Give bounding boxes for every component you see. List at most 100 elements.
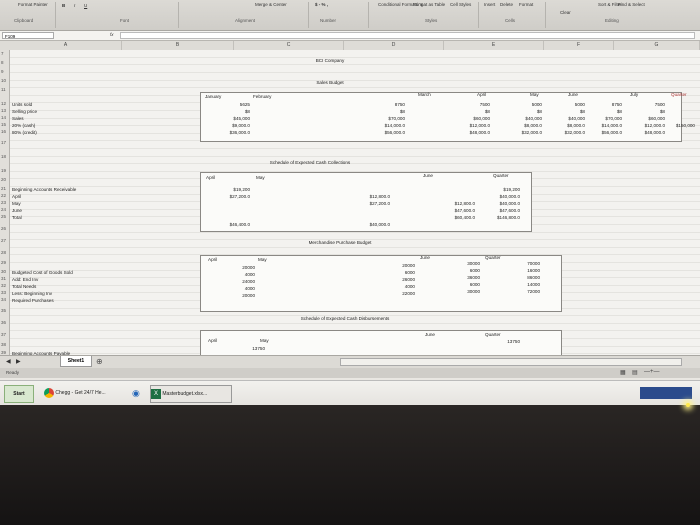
cell[interactable]: 22000	[370, 291, 415, 296]
fx-icon[interactable]: fx	[110, 32, 114, 37]
column-header-g[interactable]: G	[614, 41, 700, 50]
underline-button[interactable]: U	[84, 3, 87, 8]
row-number[interactable]: 20	[0, 177, 10, 182]
cell[interactable]: 4000	[210, 272, 255, 277]
cell[interactable]: 6000	[370, 270, 415, 275]
cell[interactable]: 86000	[495, 275, 540, 280]
row-number[interactable]: 29	[0, 260, 10, 265]
excel-task[interactable]: X Masterbudget.xlsx...	[150, 385, 232, 403]
cell-styles-button[interactable]: Cell Styles	[450, 2, 471, 7]
cell[interactable]: 4000	[210, 286, 255, 291]
add-sheet-icon[interactable]: ⊕	[96, 357, 103, 366]
cell[interactable]: $40,000.0	[470, 201, 520, 206]
cell[interactable]: $8	[620, 109, 665, 114]
row-number[interactable]: 30	[0, 269, 10, 274]
italic-button[interactable]: I	[74, 3, 75, 8]
column-header-f[interactable]: F	[544, 41, 614, 50]
cell[interactable]: $9,000.0	[200, 123, 250, 128]
cell[interactable]: $8	[355, 109, 405, 114]
cell[interactable]: $40,000.0	[470, 194, 520, 199]
worksheet-grid[interactable]: BCI Company Sales Budget January Februar…	[0, 50, 700, 357]
cell[interactable]: 70000	[495, 261, 540, 266]
cell[interactable]: $60,000	[620, 116, 665, 121]
cell[interactable]: 4000	[370, 284, 415, 289]
row-number[interactable]: 19	[0, 168, 10, 173]
tab-sheet1[interactable]: Sheet1	[60, 356, 92, 367]
cell[interactable]: $8	[440, 109, 490, 114]
cell[interactable]: 30000	[435, 261, 480, 266]
format-button[interactable]: Format	[519, 2, 533, 7]
cell[interactable]: $56,000.0	[355, 130, 405, 135]
cell[interactable]: 20000	[210, 265, 255, 270]
row-number[interactable]: 26	[0, 226, 10, 231]
cell[interactable]: $8	[577, 109, 622, 114]
start-button[interactable]: Start	[4, 385, 34, 403]
tab-scroll-left-icon[interactable]: ◀	[6, 358, 11, 365]
delete-button[interactable]: Delete	[500, 2, 513, 7]
find-select-button[interactable]: Find & Select	[618, 2, 645, 7]
cell[interactable]: $46,400.0	[200, 222, 250, 227]
row-number[interactable]: 17	[0, 140, 10, 145]
view-normal-icon[interactable]: ▦	[620, 369, 626, 376]
row-number[interactable]: 11	[0, 87, 10, 92]
cell[interactable]: 20000	[370, 263, 415, 268]
clear-button[interactable]: Clear	[560, 10, 571, 15]
cell[interactable]: $45,000	[200, 116, 250, 121]
row-number[interactable]: 10	[0, 78, 10, 83]
cell[interactable]: $36,000.0	[200, 130, 250, 135]
row-number[interactable]: 21	[0, 186, 10, 191]
cell[interactable]: $12,800.0	[340, 194, 390, 199]
cell[interactable]: $27,200.0	[200, 194, 250, 199]
row-number[interactable]: 13	[0, 108, 10, 113]
row-number[interactable]: 38	[0, 342, 10, 347]
cell[interactable]: 8750	[355, 102, 405, 107]
cell[interactable]: $60,400.0	[425, 215, 475, 220]
row-number[interactable]: 23	[0, 200, 10, 205]
row-number[interactable]: 34	[0, 297, 10, 302]
cell[interactable]: 13750	[485, 339, 520, 344]
row-number[interactable]: 24	[0, 207, 10, 212]
cell[interactable]: $12,800.0	[425, 201, 475, 206]
cell[interactable]: $12,000.0	[440, 123, 490, 128]
row-number[interactable]: 27	[0, 238, 10, 243]
cell[interactable]: $19,200	[470, 187, 520, 192]
column-header-d[interactable]: D	[344, 41, 444, 50]
cell[interactable]: $8	[497, 109, 542, 114]
row-number[interactable]: 15	[0, 122, 10, 127]
cell[interactable]: 20000	[210, 293, 255, 298]
horizontal-scrollbar[interactable]	[340, 358, 682, 366]
row-number[interactable]: 36	[0, 320, 10, 325]
row-number[interactable]: 28	[0, 250, 10, 255]
cell[interactable]: 26000	[370, 277, 415, 282]
cell[interactable]: $70,000	[577, 116, 622, 121]
zoom-slider[interactable]: —+—	[644, 369, 660, 375]
cell[interactable]: 7500	[440, 102, 490, 107]
cell[interactable]: $48,000.0	[620, 130, 665, 135]
insert-button[interactable]: Insert	[484, 2, 495, 7]
formula-input[interactable]	[120, 32, 695, 39]
chrome-app-icon[interactable]: ◉	[132, 385, 140, 401]
row-number[interactable]: 9	[0, 69, 10, 74]
column-header-c[interactable]: C	[234, 41, 344, 50]
cell[interactable]: $40,000	[497, 116, 542, 121]
system-tray[interactable]	[640, 387, 692, 399]
merge-center-button[interactable]: Merge & Center	[255, 2, 287, 7]
cell[interactable]: 14000	[495, 282, 540, 287]
cell[interactable]: $56,000.0	[577, 130, 622, 135]
cell[interactable]: 30000	[435, 289, 480, 294]
row-number[interactable]: 7	[0, 51, 10, 56]
cell[interactable]: 8750	[577, 102, 622, 107]
cell[interactable]: 36000	[435, 275, 480, 280]
cell[interactable]: $8,000.0	[497, 123, 542, 128]
row-number[interactable]: 18	[0, 154, 10, 159]
cell[interactable]: $8	[200, 109, 250, 114]
row-number[interactable]: 33	[0, 290, 10, 295]
row-number[interactable]: 12	[0, 101, 10, 106]
cell[interactable]: $27,200.0	[340, 201, 390, 206]
cell[interactable]: $70,000	[355, 116, 405, 121]
view-layout-icon[interactable]: ▤	[632, 369, 638, 376]
cell[interactable]: 5625	[200, 102, 250, 107]
row-number[interactable]: 14	[0, 115, 10, 120]
row-number[interactable]: 16	[0, 129, 10, 134]
cell[interactable]: $32,000.0	[497, 130, 542, 135]
